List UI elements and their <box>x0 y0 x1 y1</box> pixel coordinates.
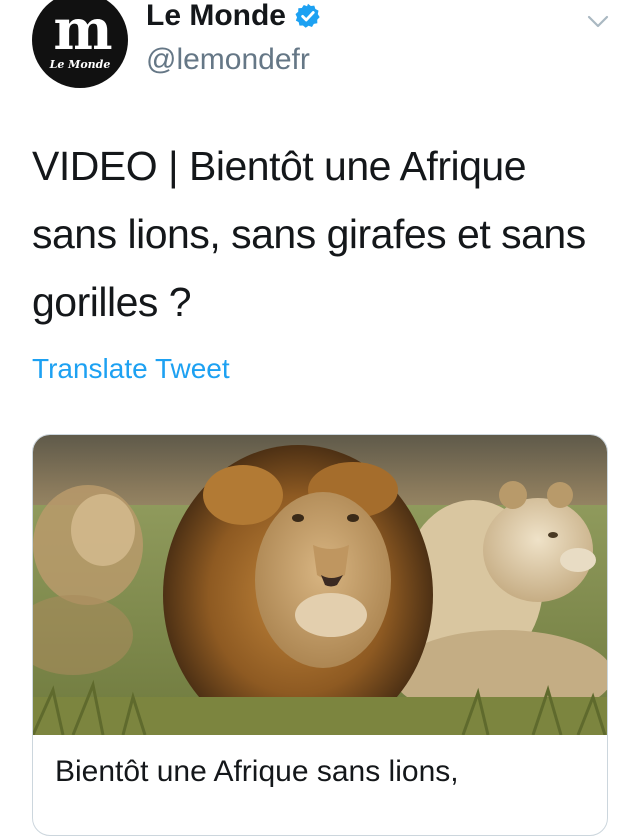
display-name[interactable]: Le Monde <box>146 0 286 35</box>
link-card[interactable]: Bientôt une Afrique sans lions, <box>32 434 608 836</box>
avatar[interactable]: m Le Monde <box>32 0 128 88</box>
name-row: Le Monde <box>146 0 322 35</box>
tweet-text: VIDEO | Bientôt une Afrique sans lions, … <box>32 143 586 325</box>
account-handle[interactable]: @lemondefr <box>146 42 310 78</box>
card-image <box>33 435 607 735</box>
translate-tweet-link[interactable]: Translate Tweet <box>32 352 230 386</box>
verified-badge-icon <box>295 3 320 28</box>
chevron-down-icon[interactable] <box>586 12 610 32</box>
card-title: Bientôt une Afrique sans lions, <box>55 755 459 788</box>
avatar-wordmark: Le Monde <box>49 58 111 71</box>
avatar-logo-glyph: m <box>53 0 112 63</box>
